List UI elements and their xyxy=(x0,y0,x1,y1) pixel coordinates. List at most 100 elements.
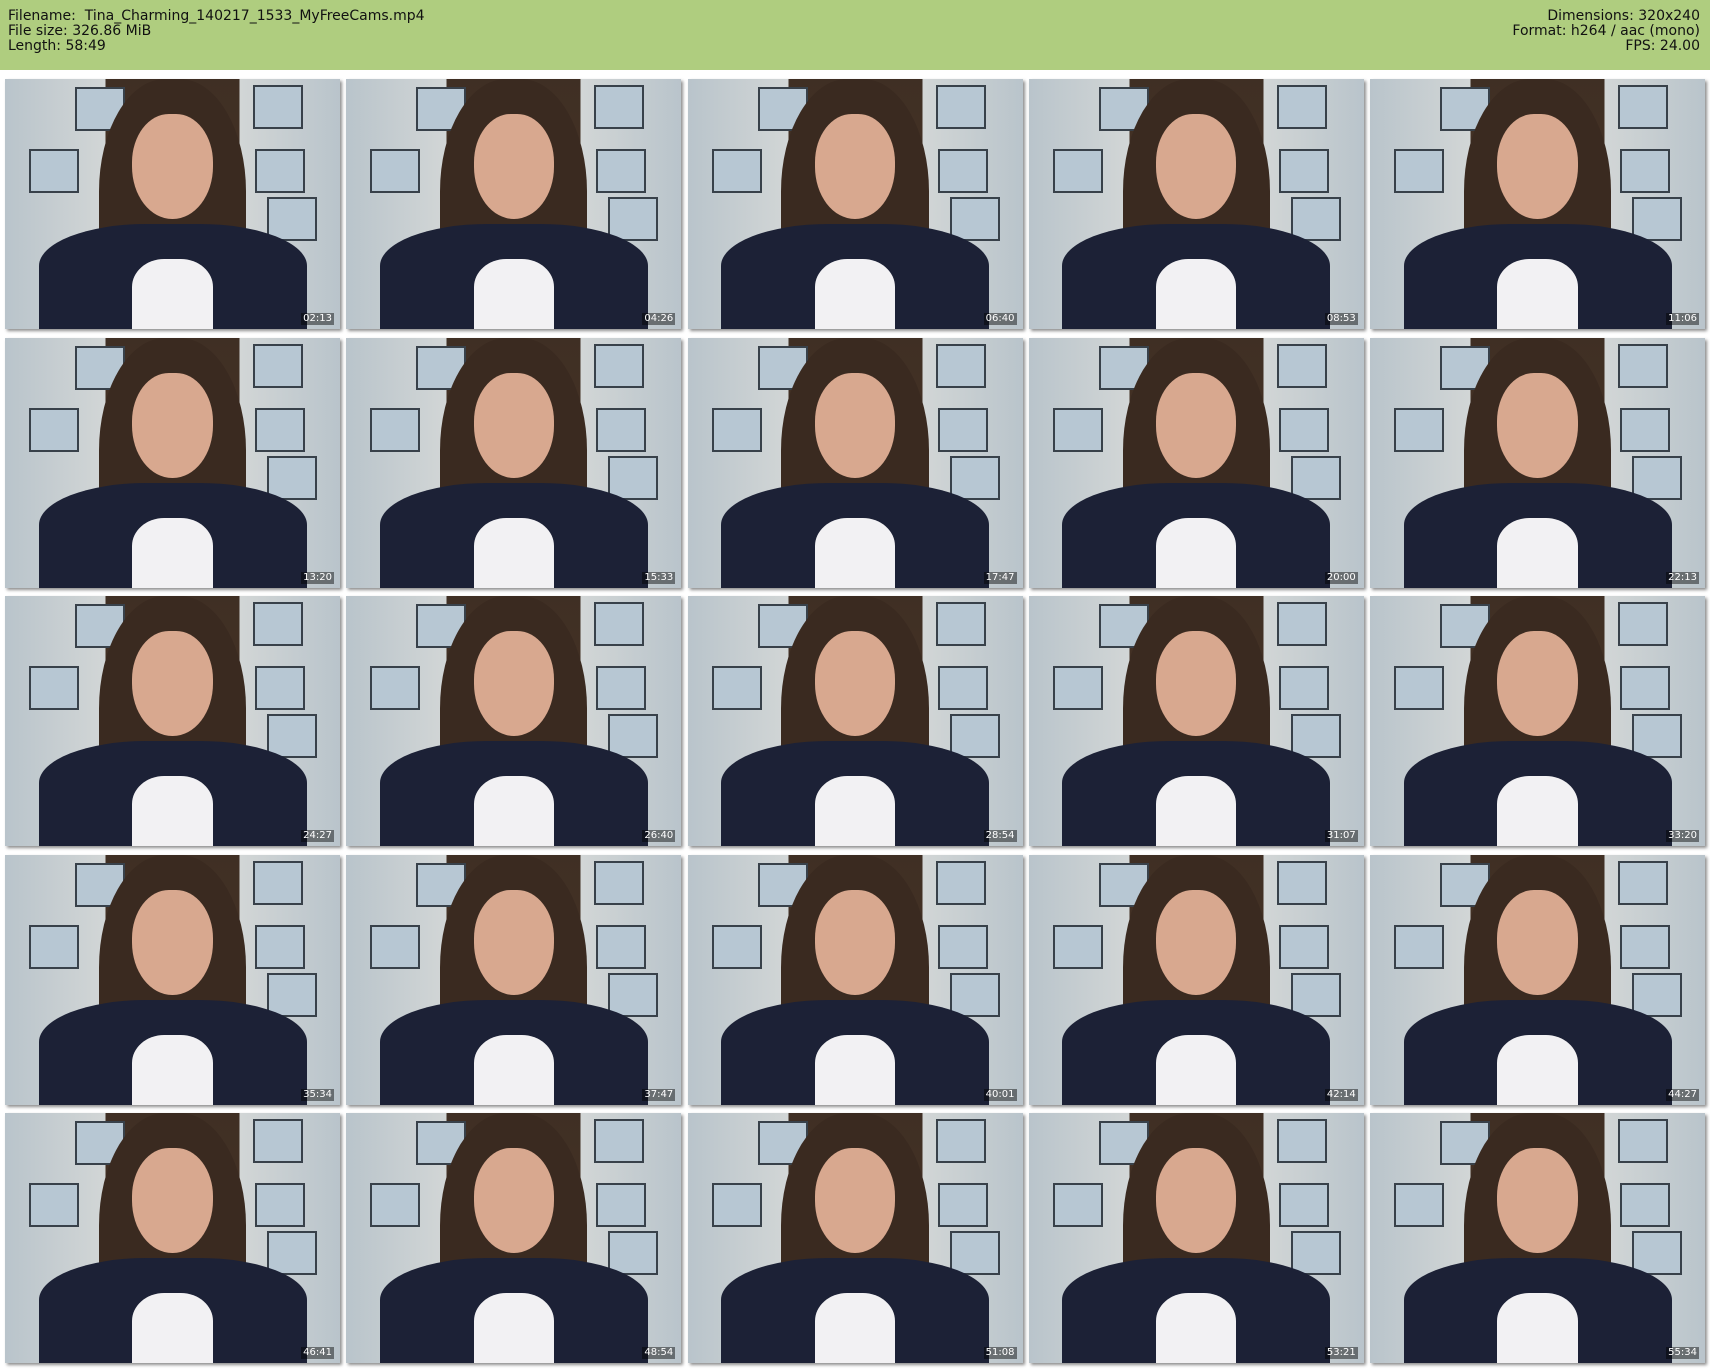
thumbnail-timestamp: 20:00 xyxy=(1324,571,1358,584)
wall-poster xyxy=(594,602,645,646)
thumbnail-frame: 26:40 xyxy=(346,596,682,846)
wall-poster xyxy=(1052,407,1103,452)
wall-poster xyxy=(1620,407,1670,452)
frame-shirt xyxy=(473,259,554,329)
wall-poster xyxy=(370,1183,421,1227)
wall-poster xyxy=(1290,455,1341,500)
filesize-label: File size: xyxy=(8,23,68,39)
thumbnail-frame: 42:14 xyxy=(1028,854,1364,1105)
thumbnail-frame: 51:08 xyxy=(687,1113,1023,1363)
thumbnail-frame: 33:20 xyxy=(1370,596,1705,846)
wall-poster xyxy=(1052,666,1103,710)
wall-poster xyxy=(1052,1183,1103,1227)
thumbnail-timestamp: 48:54 xyxy=(642,1347,676,1359)
frame-face xyxy=(814,889,896,995)
thumbnail-timestamp: 11:06 xyxy=(1666,313,1699,325)
length-value: 58:49 xyxy=(65,38,106,54)
frame-face xyxy=(1497,372,1578,478)
frame-face xyxy=(1497,1148,1578,1253)
thumbnail-frame: 20:00 xyxy=(1028,337,1364,588)
wall-poster xyxy=(1278,407,1329,452)
frame-shirt xyxy=(1156,1034,1237,1105)
filesize-row: File size: 326.86 MiB xyxy=(8,24,425,39)
wall-poster xyxy=(1618,343,1668,388)
thumbnail-frame: 37:47 xyxy=(346,854,682,1105)
wall-poster xyxy=(935,1119,986,1163)
wall-poster xyxy=(267,714,317,758)
wall-poster xyxy=(29,407,79,452)
dimensions-value: 320x240 xyxy=(1638,8,1700,24)
wall-poster xyxy=(1618,860,1668,905)
thumbnail-frame: 53:21 xyxy=(1028,1113,1364,1363)
frame-face xyxy=(132,372,213,478)
wall-poster xyxy=(1278,924,1329,969)
wall-poster xyxy=(370,924,421,969)
frame-shirt xyxy=(132,259,213,329)
frame-face xyxy=(814,631,896,736)
wall-poster xyxy=(1632,455,1682,500)
frame-shirt xyxy=(473,776,554,846)
wall-poster xyxy=(1276,602,1327,646)
frame-shirt xyxy=(1497,776,1578,846)
thumbnail-frame: 24:27 xyxy=(5,596,340,846)
frame-shirt xyxy=(814,259,896,329)
wall-poster xyxy=(29,924,79,969)
frame-shirt xyxy=(1156,517,1237,588)
frame-shirt xyxy=(814,1293,896,1363)
thumbnail-timestamp: 51:08 xyxy=(983,1347,1017,1359)
wall-poster xyxy=(1290,1231,1341,1275)
thumbnail-timestamp: 37:47 xyxy=(642,1088,676,1101)
thumbnail-timestamp: 53:21 xyxy=(1324,1347,1358,1359)
info-header: Filename: Tina_Charming_140217_1533_MyFr… xyxy=(0,0,1710,70)
thumbnail-frame: 17:47 xyxy=(687,337,1023,588)
thumbnail-timestamp: 31:07 xyxy=(1324,830,1358,842)
wall-poster xyxy=(370,407,421,452)
thumbnail-timestamp: 40:01 xyxy=(983,1088,1017,1101)
wall-poster xyxy=(1632,1231,1682,1275)
wall-poster xyxy=(711,407,762,452)
file-info-right: Dimensions: 320x240 Format: h264 / aac (… xyxy=(1512,9,1700,54)
frame-face xyxy=(1156,114,1237,219)
frame-face xyxy=(1156,1148,1237,1253)
frame-shirt xyxy=(1497,517,1578,588)
wall-poster xyxy=(935,602,986,646)
thumbnail-grid: 02:13 04:26 06:40 08:53 11:06 13:20 15:33 17:47… xyxy=(5,79,1705,1363)
wall-poster xyxy=(1620,149,1670,193)
wall-poster xyxy=(253,343,303,388)
thumbnail-frame: 35:34 xyxy=(5,854,340,1105)
thumbnail-timestamp: 13:20 xyxy=(301,571,334,584)
thumbnail-timestamp: 28:54 xyxy=(983,830,1017,842)
wall-poster xyxy=(1276,343,1327,388)
frame-face xyxy=(473,631,554,736)
wall-poster xyxy=(255,1183,305,1227)
wall-poster xyxy=(1394,149,1444,193)
wall-poster xyxy=(596,149,647,193)
wall-poster xyxy=(1290,972,1341,1017)
wall-poster xyxy=(594,85,645,129)
thumbnail-frame: 15:33 xyxy=(346,337,682,588)
thumbnail-timestamp: 06:40 xyxy=(983,313,1017,325)
wall-poster xyxy=(1618,1119,1668,1163)
thumbnail-timestamp: 42:14 xyxy=(1324,1088,1358,1101)
wall-poster xyxy=(935,343,986,388)
wall-poster xyxy=(937,407,988,452)
frame-shirt xyxy=(132,517,213,588)
thumbnail-frame: 08:53 xyxy=(1028,79,1364,329)
thumbnail-timestamp: 35:34 xyxy=(301,1088,334,1101)
filename-label: Filename: xyxy=(8,8,76,24)
wall-poster xyxy=(594,860,645,905)
wall-poster xyxy=(949,1231,1000,1275)
frame-shirt xyxy=(473,1293,554,1363)
frame-face xyxy=(132,114,213,219)
frame-face xyxy=(1497,889,1578,995)
wall-poster xyxy=(29,666,79,710)
thumbnail-frame: 28:54 xyxy=(687,596,1023,846)
wall-poster xyxy=(949,714,1000,758)
thumbnail-timestamp: 22:13 xyxy=(1666,571,1699,584)
thumbnail-frame: 44:27 xyxy=(1370,854,1705,1105)
wall-poster xyxy=(1618,602,1668,646)
wall-poster xyxy=(596,407,647,452)
wall-poster xyxy=(1276,860,1327,905)
thumbnail-timestamp: 26:40 xyxy=(642,830,676,842)
frame-face xyxy=(473,114,554,219)
